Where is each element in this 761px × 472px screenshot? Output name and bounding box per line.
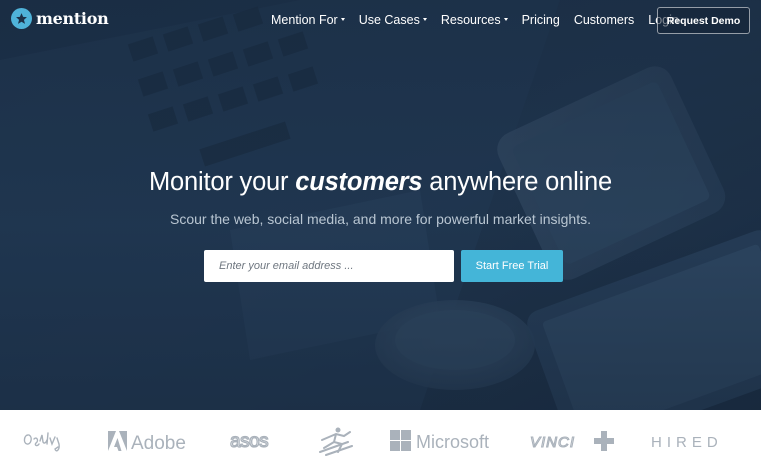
svg-text:VINCI: VINCI xyxy=(530,434,575,451)
hero-headline: Monitor your customers anywhere online xyxy=(0,168,761,197)
headline-start: Monitor your xyxy=(149,168,296,196)
nav-item-label: Mention For xyxy=(271,13,338,27)
nav-links: Mention For Use Cases Resources Pricing … xyxy=(264,0,686,40)
nav-item-mention-for[interactable]: Mention For xyxy=(271,13,345,27)
svg-text:Adobe: Adobe xyxy=(131,433,186,453)
headline-end: anywhere online xyxy=(422,168,612,196)
nav-item-use-cases[interactable]: Use Cases xyxy=(359,13,427,27)
ogilvy-logo xyxy=(22,410,72,472)
mention-logo[interactable]: mention xyxy=(11,8,109,29)
svg-text:HIRED: HIRED xyxy=(651,434,723,451)
hero-overlay xyxy=(0,0,761,410)
chevron-down-icon xyxy=(422,17,427,21)
nav-item-customers[interactable]: Customers xyxy=(574,13,634,27)
headline-emphasis: customers xyxy=(295,168,423,196)
adobe-logo: Adobe xyxy=(108,410,194,472)
brand-name: mention xyxy=(36,9,109,28)
hero-subheadline: Scour the web, social media, and more fo… xyxy=(170,211,591,227)
chevron-down-icon xyxy=(503,17,508,21)
skier-logo xyxy=(318,410,354,472)
email-input[interactable] xyxy=(204,250,454,282)
nav-item-label: Use Cases xyxy=(358,13,420,27)
nav-item-label: Resources xyxy=(440,13,501,27)
chevron-down-icon xyxy=(340,17,345,21)
client-logos-strip: Adobe asos Microsoft VINCI HIRED xyxy=(0,410,761,472)
star-icon xyxy=(11,8,32,29)
hero-section: mention Mention For Use Cases Resources … xyxy=(0,0,761,410)
start-free-trial-button[interactable]: Start Free Trial xyxy=(461,250,563,282)
request-demo-button[interactable]: Request Demo xyxy=(657,7,750,34)
nav-item-pricing[interactable]: Pricing xyxy=(522,13,560,27)
top-navigation: mention Mention For Use Cases Resources … xyxy=(0,0,761,42)
svg-text:Microsoft: Microsoft xyxy=(416,432,489,452)
asos-logo: asos xyxy=(230,410,282,472)
vinci-logo: VINCI xyxy=(530,410,616,472)
nav-item-resources[interactable]: Resources xyxy=(441,13,508,27)
hired-logo: HIRED xyxy=(651,410,731,472)
microsoft-logo: Microsoft xyxy=(390,410,494,472)
svg-text:asos: asos xyxy=(230,431,268,452)
